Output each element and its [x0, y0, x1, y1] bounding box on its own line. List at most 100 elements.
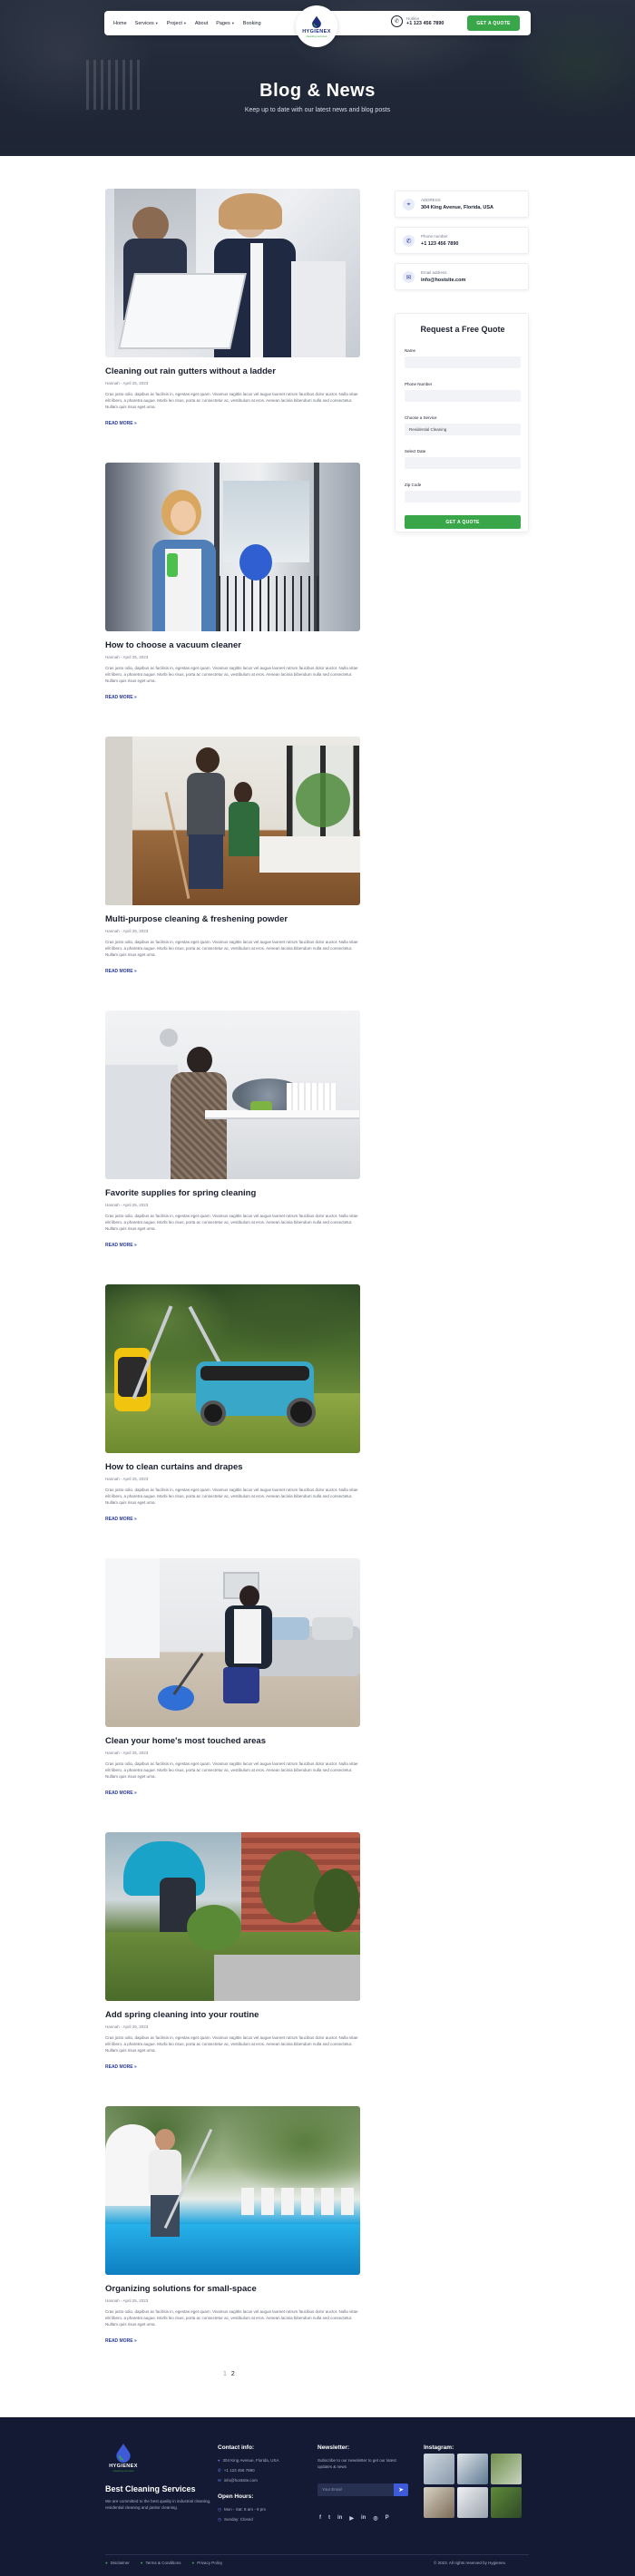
- privacy-link[interactable]: ● Privacy Policy: [191, 2561, 222, 2565]
- read-more-link[interactable]: READ MORE »: [105, 2338, 137, 2344]
- get-quote-button[interactable]: GET A QUOTE: [467, 15, 520, 31]
- nav-link-project[interactable]: Project▼: [167, 21, 187, 26]
- instagram-photo[interactable]: [491, 2487, 522, 2518]
- info-label: Phone number: [421, 234, 448, 239]
- service-select[interactable]: Residential Cleaning: [405, 424, 521, 435]
- nav-link-services[interactable]: Services▼: [135, 21, 159, 26]
- subscribe-button[interactable]: ➤: [394, 2483, 408, 2496]
- page-1[interactable]: 1: [223, 2371, 227, 2377]
- chevron-down-icon: ▼: [230, 20, 235, 25]
- instagram-photo[interactable]: [457, 2487, 488, 2518]
- hotline-number: +1 123 456 7890: [406, 21, 444, 26]
- nav-link-about[interactable]: About: [195, 21, 208, 26]
- hours-weekday: ◷ Mon - Sat: 8 am - 9 pm: [218, 2507, 266, 2512]
- post-title[interactable]: Add spring cleaning into your routine: [105, 2010, 259, 2020]
- instagram-icon[interactable]: ◎: [373, 2515, 377, 2522]
- pinterest-icon[interactable]: P: [386, 2515, 389, 2522]
- instagram-photo[interactable]: [424, 2487, 454, 2518]
- zip-field[interactable]: [405, 491, 521, 503]
- mail-icon: ✉: [218, 2478, 221, 2483]
- post-meta: Hannah - April 25, 2023: [105, 381, 149, 385]
- info-label: ADDRESS: [421, 198, 441, 202]
- read-more-link[interactable]: READ MORE »: [105, 1243, 137, 1248]
- footer-phone[interactable]: ✆ +1 123 456 7890: [218, 2468, 255, 2474]
- instagram-photo[interactable]: [457, 2454, 488, 2484]
- post-excerpt: Cras justo odio, dapibus ac facilisis in…: [105, 666, 358, 683]
- footer: HYGIENEX cleaning services Best Cleaning…: [0, 2417, 635, 2576]
- linkedin-alt-icon[interactable]: in: [361, 2515, 366, 2522]
- post-image[interactable]: [105, 1558, 360, 1727]
- social-links: f t in ▶ in ◎ P: [319, 2515, 389, 2522]
- facebook-icon[interactable]: f: [319, 2515, 321, 2522]
- post-excerpt: Cras justo odio, dapibus ac facilisis in…: [105, 940, 358, 957]
- nav-link-pages[interactable]: Pages▼: [216, 21, 235, 26]
- footer-heading: Best Cleaning Services: [105, 2484, 196, 2493]
- post-title[interactable]: Multi-purpose cleaning & freshening powd…: [105, 914, 288, 924]
- info-value[interactable]: +1 123 456 7890: [421, 241, 458, 247]
- site-logo[interactable]: HYGIENEX cleaning services: [296, 5, 337, 47]
- read-more-link[interactable]: READ MORE »: [105, 2064, 137, 2070]
- post-excerpt: Cras justo odio, dapibus ac facilisis in…: [105, 2035, 358, 2053]
- nav-link-booking[interactable]: Booking: [243, 21, 261, 26]
- quote-submit-button[interactable]: GET A QUOTE: [405, 515, 521, 529]
- post-title[interactable]: Clean your home's most touched areas: [105, 1736, 266, 1746]
- instagram-photo[interactable]: [491, 2454, 522, 2484]
- linkedin-icon[interactable]: in: [337, 2515, 342, 2522]
- footer-email[interactable]: ✉ info@hostsite.com: [218, 2478, 258, 2483]
- chevron-down-icon: ▼: [182, 20, 187, 25]
- post-title[interactable]: Favorite supplies for spring cleaning: [105, 1188, 256, 1198]
- post-title[interactable]: How to choose a vacuum cleaner: [105, 640, 241, 650]
- name-field[interactable]: [405, 356, 521, 368]
- footer-logo[interactable]: HYGIENEX cleaning services: [105, 2443, 142, 2473]
- info-value[interactable]: info@hostsite.com: [421, 278, 465, 283]
- footer-description: We are committed to the best quality in …: [105, 2499, 211, 2510]
- nav-link-home[interactable]: Home: [113, 21, 127, 26]
- post-title[interactable]: How to clean curtains and drapes: [105, 1462, 243, 1472]
- youtube-icon[interactable]: ▶: [349, 2515, 354, 2522]
- date-field[interactable]: [405, 457, 521, 469]
- nav-hotline[interactable]: ✆ Hotline +1 123 456 7890: [391, 15, 444, 27]
- newsletter-placeholder: Your Email: [322, 2487, 342, 2492]
- post-excerpt: Cras justo odio, dapibus ac facilisis in…: [105, 1761, 358, 1779]
- water-drop-icon: [116, 2444, 131, 2463]
- read-more-link[interactable]: READ MORE »: [105, 1791, 137, 1796]
- post-meta: Hannah - April 25, 2023: [105, 1203, 149, 1207]
- post-image[interactable]: [105, 1010, 360, 1179]
- service-label: Choose a Service: [405, 415, 437, 420]
- pagination: 1 2: [223, 2371, 235, 2377]
- quote-form: Request a Free Quote Name Phone Number C…: [395, 313, 529, 532]
- instagram-title: Instagram:: [424, 2444, 454, 2451]
- post-title[interactable]: Organizing solutions for small-space: [105, 2284, 257, 2294]
- chevron-down-icon: ▼: [154, 20, 159, 25]
- page-subtitle: Keep up to date with our latest news and…: [244, 107, 391, 113]
- read-more-link[interactable]: READ MORE »: [105, 969, 137, 974]
- newsletter-email-input[interactable]: Your Email ➤: [318, 2483, 408, 2496]
- copyright: © 2023. All rights reserved by Hygienex.: [434, 2561, 507, 2565]
- page-2[interactable]: 2: [231, 2371, 235, 2377]
- send-icon: ➤: [398, 2487, 404, 2493]
- post-image[interactable]: [105, 1832, 360, 2001]
- twitter-icon[interactable]: t: [328, 2515, 330, 2522]
- terms-link[interactable]: ● Terms & Conditions: [141, 2561, 181, 2565]
- post-meta: Hannah - April 25, 2023: [105, 1751, 149, 1755]
- footer-address: ⌖ 304 King Avenue, Florida, USA: [218, 2458, 279, 2463]
- disclaimer-link[interactable]: ● Disclaimer: [105, 2561, 130, 2565]
- name-label: Name: [405, 348, 416, 353]
- instagram-photo[interactable]: [424, 2454, 454, 2484]
- read-more-link[interactable]: READ MORE »: [105, 421, 137, 426]
- post-image[interactable]: [105, 463, 360, 631]
- post-image[interactable]: [105, 2106, 360, 2275]
- post-excerpt: Cras justo odio, dapibus ac facilisis in…: [105, 2309, 358, 2327]
- phone-field[interactable]: [405, 390, 521, 402]
- phone-label: Phone Number: [405, 382, 433, 386]
- post-image[interactable]: [105, 737, 360, 905]
- post-excerpt: Cras justo odio, dapibus ac facilisis in…: [105, 392, 358, 409]
- info-label: Email address: [421, 270, 447, 275]
- read-more-link[interactable]: READ MORE »: [105, 695, 137, 700]
- post-title[interactable]: Cleaning out rain gutters without a ladd…: [105, 366, 276, 376]
- read-more-link[interactable]: READ MORE »: [105, 1517, 137, 1522]
- post-image[interactable]: [105, 189, 360, 357]
- post-image[interactable]: [105, 1284, 360, 1453]
- mail-icon: ✉: [403, 271, 415, 283]
- quote-form-title: Request a Free Quote: [420, 325, 505, 334]
